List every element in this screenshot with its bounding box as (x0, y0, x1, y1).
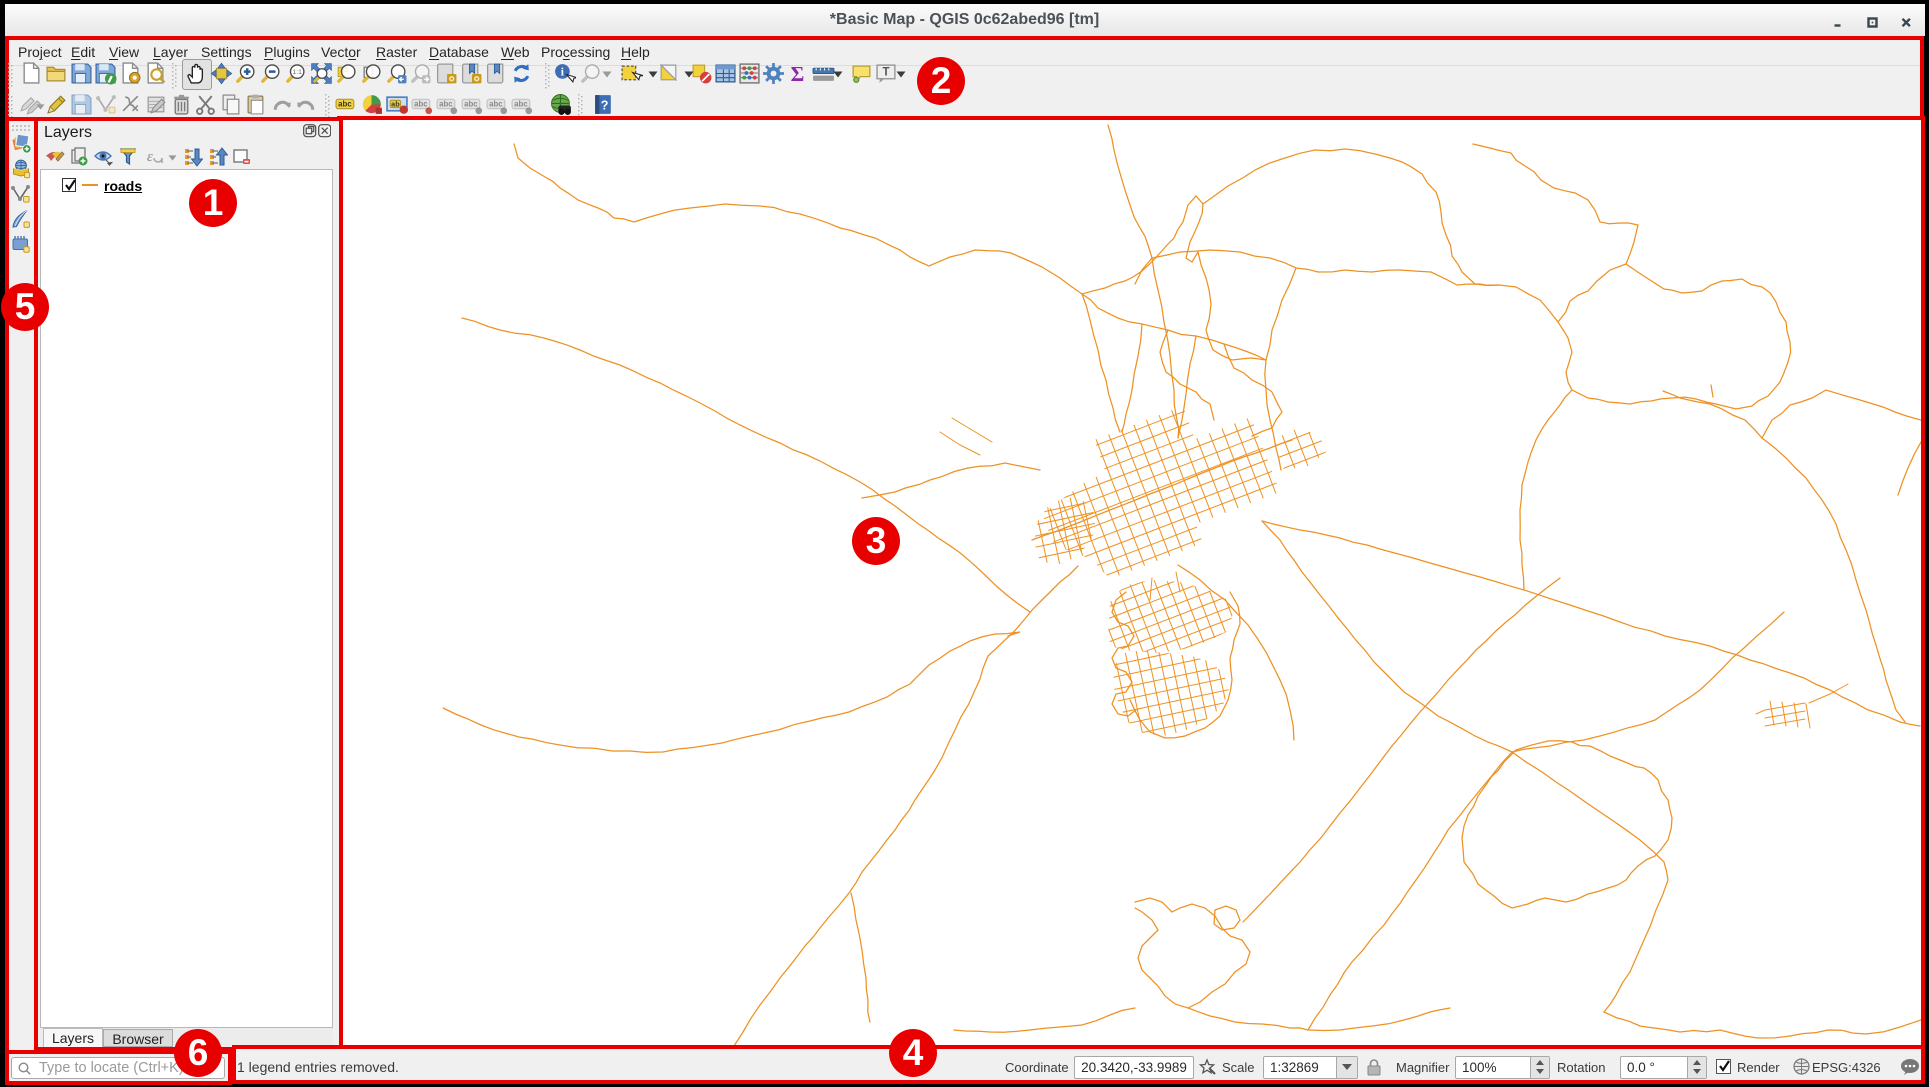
svg-text:abc: abc (464, 100, 478, 109)
svg-text:abc: abc (439, 100, 453, 109)
svg-text:Σ: Σ (791, 62, 805, 85)
svg-text:ab: ab (391, 100, 400, 109)
svg-text:T: T (882, 67, 889, 79)
svg-text:ε: ε (147, 149, 153, 165)
svg-text:1:1: 1:1 (292, 69, 302, 76)
svg-text:abc: abc (338, 100, 352, 109)
svg-text:abc: abc (489, 100, 503, 109)
svg-text:abc: abc (514, 100, 528, 109)
svg-text:abc: abc (414, 100, 428, 109)
svg-text:?: ? (601, 99, 609, 113)
